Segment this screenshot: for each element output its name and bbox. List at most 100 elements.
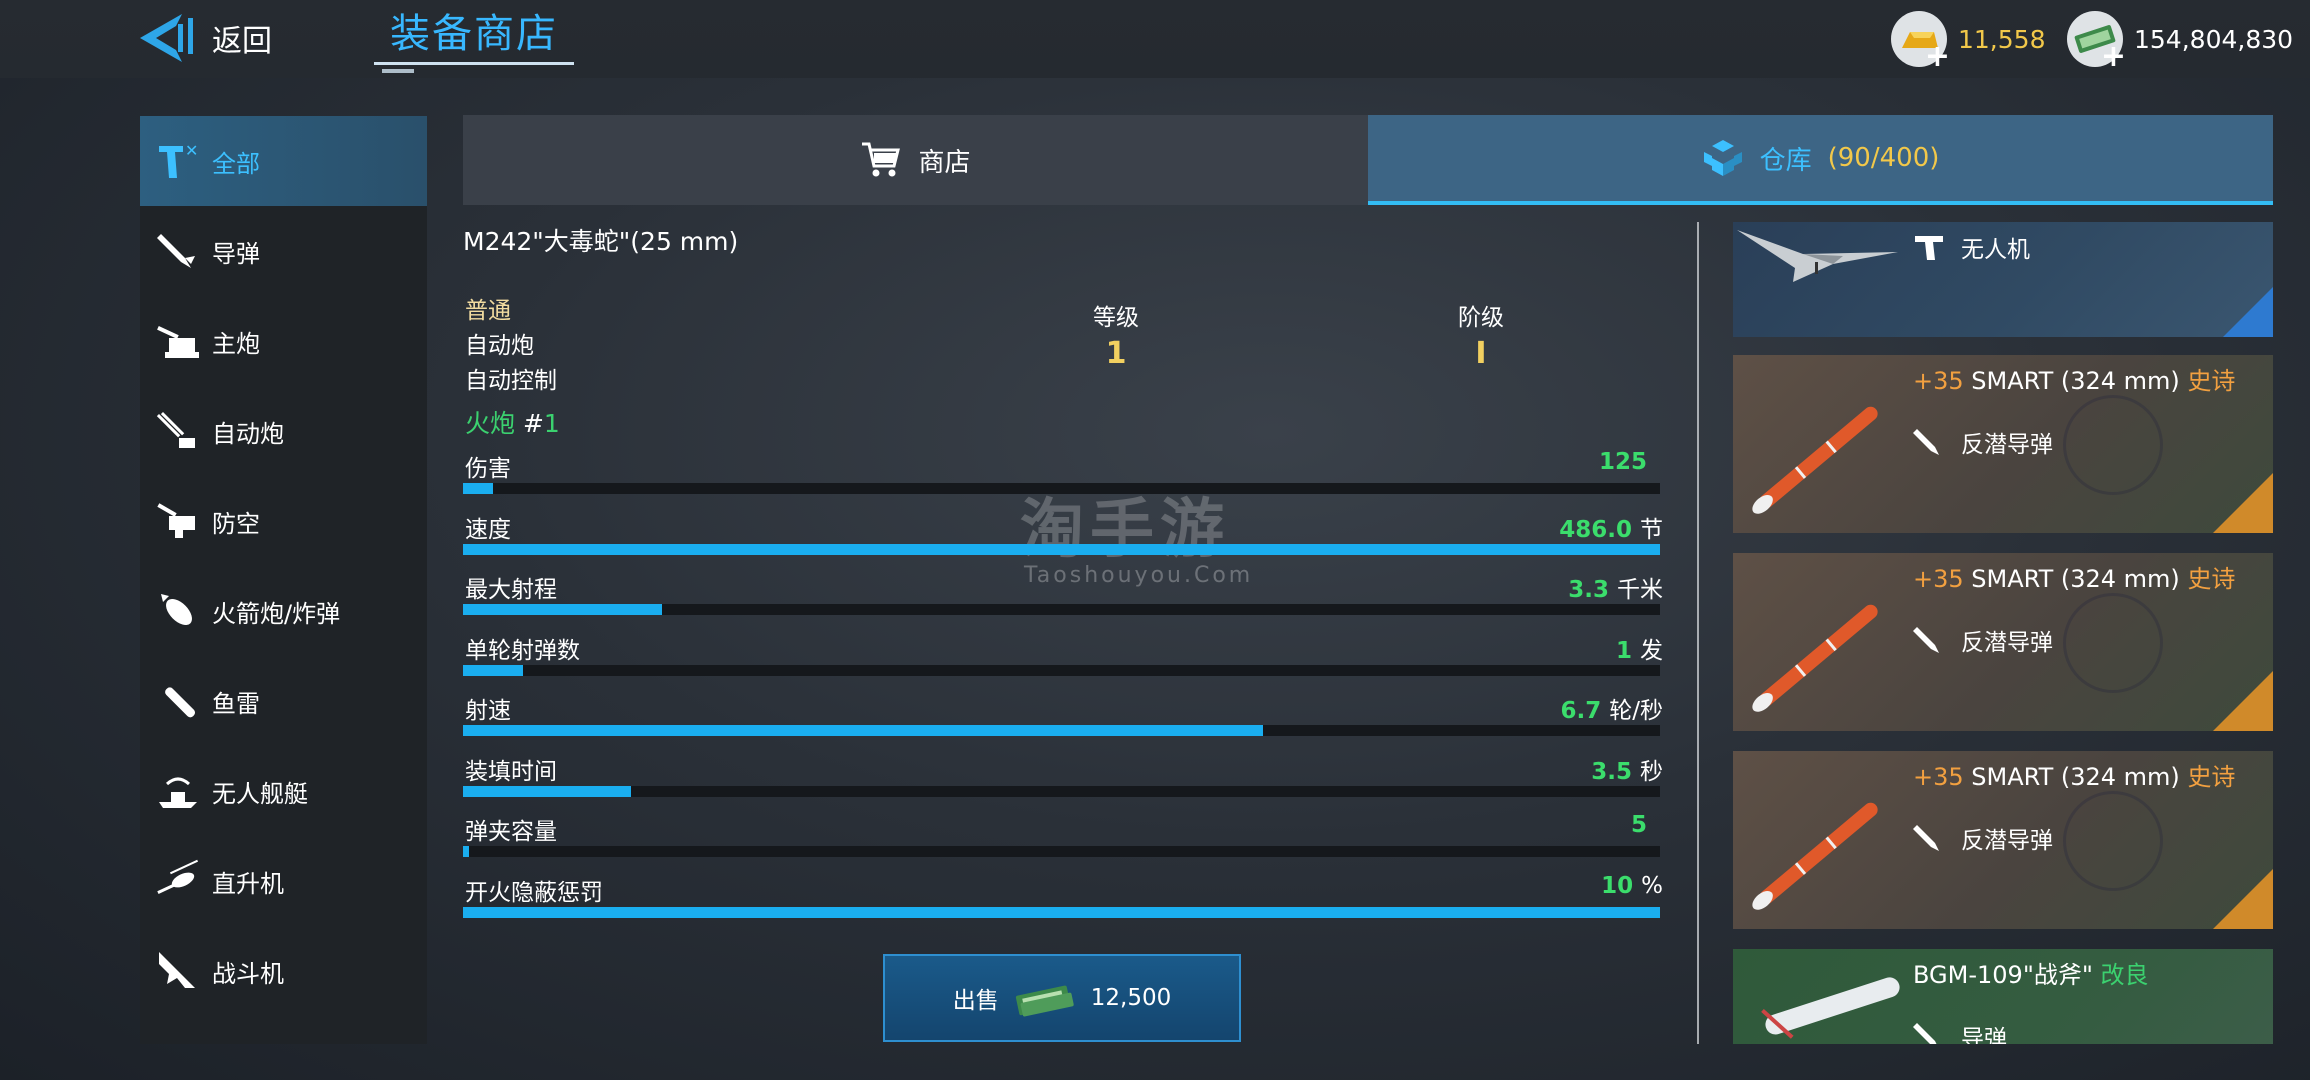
item-type: 自动炮	[465, 333, 534, 359]
sell-button[interactable]: 出售 12,500	[883, 954, 1241, 1042]
sidebar-item-torpedo[interactable]: 鱼雷	[140, 656, 427, 746]
sidebar-item-helicopter[interactable]: 直升机	[140, 836, 427, 926]
sidebar-item-all[interactable]: ✕ 全部	[140, 116, 427, 206]
torpedo-missile-image-icon	[1752, 802, 1878, 910]
inventory-list: 无人机 +35 SMART (324 mm) 史诗 反潜导弹 +35 SMART…	[1733, 222, 2273, 1044]
stat-row: 装填时间 3.5 秒	[463, 752, 1663, 812]
stat-value: 1	[1615, 637, 1632, 664]
level-value: 1	[1105, 336, 1127, 371]
stat-row: 射速 6.7 轮/秒	[463, 691, 1663, 751]
stat-row: 弹夹容量 5	[463, 812, 1663, 872]
cart-icon	[862, 142, 901, 177]
sidebar-item-main-gun[interactable]: 主炮	[140, 296, 427, 386]
back-label: 返回	[212, 24, 272, 59]
svg-text:✕: ✕	[185, 141, 198, 160]
card-type-label: 导弹	[1961, 1026, 2007, 1044]
card-plus: +35	[1913, 763, 1964, 791]
card-name: BGM-109"战斧" 改良	[1913, 955, 2149, 990]
sidebar-item-label: 火箭炮/炸弹	[212, 599, 341, 628]
inventory-card-bgm[interactable]: BGM-109"战斧" 改良 导弹	[1733, 949, 2273, 1044]
stat-value-wrap: 10%	[1601, 873, 1663, 899]
stat-bar-track	[463, 543, 1660, 555]
sidebar-item-label: 自动炮	[212, 419, 284, 448]
drone-image-icon	[1737, 230, 1898, 282]
stat-bar-track	[463, 664, 1660, 676]
weapon-index: 1	[543, 409, 560, 438]
sidebar-item-autocannon[interactable]: 自动炮	[140, 386, 427, 476]
sidebar-item-fighter-jet[interactable]: 战斗机	[140, 926, 427, 1016]
card-type: 反潜导弹	[1913, 425, 2053, 459]
stat-unit: 轮/秒	[1609, 698, 1663, 724]
weapon-heading: 火炮 #1	[465, 404, 560, 440]
sidebar-item-unmanned-boat[interactable]: 无人舰艇	[140, 746, 427, 836]
card-type: 导弹	[1913, 1019, 2007, 1044]
stat-value: 3.5	[1591, 758, 1632, 785]
card-type-label: 反潜导弹	[1961, 630, 2053, 656]
stat-bar-fill	[463, 906, 1660, 918]
stat-label: 速度	[465, 516, 511, 543]
card-title: SMART (324 mm)	[1971, 763, 2180, 791]
sell-price: 12,500	[1090, 985, 1172, 1011]
inventory-card-smart[interactable]: +35 SMART (324 mm) 史诗 反潜导弹	[1733, 355, 2273, 533]
inventory-card-smart[interactable]: +35 SMART (324 mm) 史诗 反潜导弹	[1733, 553, 2273, 731]
cash-plus-icon[interactable]: +	[2101, 42, 2126, 72]
cash-currency[interactable]: + 154,804,830	[2066, 8, 2294, 72]
card-name: +35 SMART (324 mm) 史诗	[1913, 361, 2235, 396]
inventory-card-drone[interactable]: 无人机	[1733, 222, 2273, 337]
stat-row: 最大射程 3.3 千米	[463, 570, 1663, 630]
card-type: 无人机	[1913, 230, 2030, 264]
rarity-corner	[2213, 473, 2273, 533]
gold-currency[interactable]: + 11,558	[1890, 8, 2045, 72]
cash-stack-icon: +	[2066, 10, 2126, 72]
stat-bar-fill	[463, 725, 1263, 736]
stat-value-wrap: 1发	[1616, 631, 1663, 665]
missile-icon	[154, 227, 202, 275]
page-title: 装备商店	[390, 11, 558, 57]
card-title: BGM-109"战斧"	[1913, 961, 2093, 989]
back-button[interactable]: 返回	[138, 10, 272, 66]
stat-value-wrap: 5	[1631, 812, 1663, 838]
stat-value-wrap: 3.3 千米	[1568, 570, 1663, 604]
cash-amount: 154,804,830	[2134, 24, 2294, 54]
gold-plus-icon[interactable]: +	[1925, 42, 1950, 72]
stat-label: 单轮射弹数	[465, 637, 580, 664]
sidebar-item-missile[interactable]: 导弹	[140, 206, 427, 296]
warehouse-count: (90/400)	[1827, 143, 1940, 173]
stat-value: 5	[1630, 812, 1647, 838]
stat-bar-track	[463, 725, 1660, 736]
tab-warehouse[interactable]: 仓库 (90/400)	[1368, 115, 2273, 205]
stat-unit: 千米	[1617, 577, 1663, 603]
stat-value: 6.7	[1560, 698, 1602, 724]
stat-unit: 发	[1640, 637, 1663, 664]
sidebar-item-label: 鱼雷	[212, 689, 260, 718]
autocannon-icon	[154, 407, 202, 455]
stat-bar-track	[463, 846, 1660, 857]
card-type-label: 反潜导弹	[1961, 828, 2053, 854]
tier-block: 阶级 I	[1458, 298, 1504, 371]
tab-warehouse-label: 仓库	[1759, 145, 1812, 176]
tab-shop[interactable]: 商店	[463, 115, 1368, 205]
item-detail-panel: M242"大毒蛇"(25 mm) 普通 自动炮 自动控制 等级 1 阶级 I 火…	[463, 222, 1663, 918]
cash-stack-icon	[1015, 985, 1074, 1017]
stat-label: 开火隐蔽惩罚	[465, 879, 603, 906]
sidebar-item-label: 导弹	[212, 239, 260, 268]
sidebar-item-rocket-bomb[interactable]: 火箭炮/炸弹	[140, 566, 427, 656]
flag-wheel	[2063, 791, 2163, 891]
stat-value: 486.0	[1559, 516, 1632, 543]
fighter-jet-icon	[154, 947, 202, 995]
tier-label: 阶级	[1458, 305, 1504, 331]
asw-missile-icon	[1913, 429, 1939, 455]
inventory-card-smart[interactable]: +35 SMART (324 mm) 史诗 反潜导弹	[1733, 751, 2273, 929]
stat-bar-track	[463, 483, 1660, 494]
stat-label: 弹夹容量	[465, 819, 557, 845]
asw-missile-icon	[1913, 627, 1939, 653]
stat-row: 速度 486.0 节	[463, 510, 1663, 570]
sidebar-item-anti-air[interactable]: 防空	[140, 476, 427, 566]
sidebar-item-label: 全部	[212, 149, 260, 178]
cruise-missile-image-icon	[1761, 977, 1900, 1039]
stat-row: 伤害 125	[463, 449, 1663, 509]
shop-tabs: 商店 仓库 (90/400)	[463, 115, 2273, 205]
boxes-icon	[1703, 140, 1742, 176]
rarity-corner	[2223, 287, 2273, 337]
torpedo-missile-image-icon	[1752, 604, 1878, 712]
